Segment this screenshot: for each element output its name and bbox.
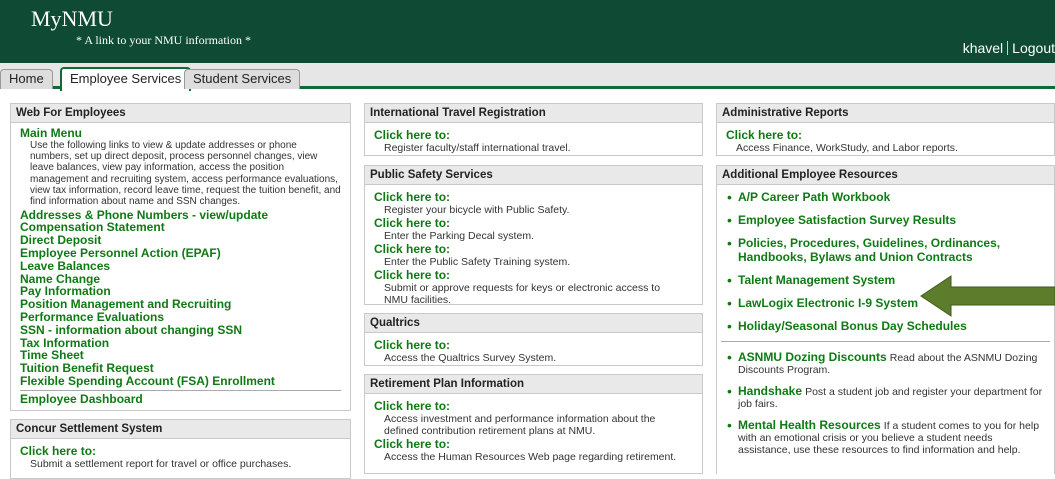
web-for-employees-panel: Web For Employees Main Menu Use the foll…: [10, 103, 351, 411]
asnmu-dozing-link[interactable]: ASNMU Dozing Discounts: [738, 350, 887, 364]
list-item: Employee Satisfaction Survey Results: [727, 212, 1046, 228]
lawlogix-link[interactable]: LawLogix Electronic I-9 System: [738, 296, 918, 310]
qualtrics-link[interactable]: Click here to:: [374, 338, 693, 352]
tab-student-services[interactable]: Student Services: [184, 69, 301, 89]
panel-title: Web For Employees: [11, 104, 350, 123]
keys-description: Submit or approve requests for keys or e…: [384, 282, 661, 306]
username-link[interactable]: khavel: [963, 40, 1003, 56]
public-safety-panel: Public Safety Services Click here to: Re…: [364, 165, 703, 306]
holiday-schedules-link[interactable]: Holiday/Seasonal Bonus Day Schedules: [738, 319, 967, 333]
employee-dashboard-link[interactable]: Employee Dashboard: [20, 392, 341, 406]
career-path-link[interactable]: A/P Career Path Workbook: [738, 190, 890, 204]
qualtrics-panel: Qualtrics Click here to: Access the Qual…: [364, 313, 703, 366]
qualtrics-description: Access the Qualtrics Survey System.: [384, 352, 557, 364]
retirement-hr-description: Access the Human Resources Web page rega…: [384, 451, 677, 463]
separator: [1007, 41, 1009, 55]
retirement-panel: Retirement Plan Information Click here t…: [364, 374, 703, 474]
admin-reports-panel: Administrative Reports Click here to: Ac…: [716, 103, 1055, 156]
parking-link[interactable]: Click here to:: [374, 216, 693, 230]
list-item: ASNMU Dozing Discounts Read about the AS…: [727, 349, 1046, 376]
logout-link[interactable]: Logout: [1012, 40, 1055, 56]
travel-description: Register faculty/staff international tra…: [384, 142, 571, 154]
employee-link[interactable]: SSN - information about changing SSN: [20, 323, 341, 337]
bicycle-link[interactable]: Click here to:: [374, 190, 693, 204]
retirement-hr-link[interactable]: Click here to:: [374, 437, 693, 451]
mynmu-logo[interactable]: MyNMU: [31, 7, 113, 31]
panel-title: Additional Employee Resources: [717, 166, 1054, 185]
admin-reports-link[interactable]: Click here to:: [726, 128, 1045, 142]
talent-management-link[interactable]: Talent Management System: [738, 273, 895, 287]
tab-home[interactable]: Home: [0, 69, 53, 89]
tagline: * A link to your NMU information *: [76, 33, 251, 47]
header-bar: MyNMU * A link to your NMU information *…: [0, 0, 1055, 63]
student-resource-list: ASNMU Dozing Discounts Read about the AS…: [717, 349, 1054, 456]
parking-description: Enter the Parking Decal system.: [384, 230, 534, 242]
retirement-investment-description: Access investment and performance inform…: [384, 413, 656, 437]
tab-bar: Home Employee Services Student Services: [0, 63, 1055, 91]
list-item: Policies, Procedures, Guidelines, Ordina…: [727, 235, 1046, 264]
retirement-investment-link[interactable]: Click here to:: [374, 399, 693, 413]
additional-resources-panel: Additional Employee Resources A/P Career…: [716, 165, 1055, 474]
mental-health-link[interactable]: Mental Health Resources: [738, 418, 881, 432]
bicycle-description: Register your bicycle with Public Safety…: [384, 204, 570, 216]
user-area: khavel Logout: [963, 40, 1055, 56]
list-item: A/P Career Path Workbook: [727, 189, 1046, 205]
panel-title: Qualtrics: [365, 314, 702, 333]
panel-title: Concur Settlement System: [11, 420, 350, 439]
green-arrow-annotation: [920, 275, 1055, 317]
training-description: Enter the Public Safety Training system.: [384, 256, 571, 268]
handshake-link[interactable]: Handshake: [738, 384, 802, 398]
tab-employee-services[interactable]: Employee Services: [60, 67, 192, 91]
panel-title: Public Safety Services: [365, 166, 702, 185]
keys-link[interactable]: Click here to:: [374, 268, 693, 282]
satisfaction-survey-link[interactable]: Employee Satisfaction Survey Results: [738, 213, 956, 227]
concur-panel: Concur Settlement System Click here to: …: [10, 419, 351, 479]
divider: [721, 341, 1050, 342]
main-menu-description: Use the following links to view & update…: [30, 139, 341, 208]
list-item: Handshake Post a student job and registe…: [727, 383, 1046, 410]
training-link[interactable]: Click here to:: [374, 242, 693, 256]
list-item: Holiday/Seasonal Bonus Day Schedules: [727, 318, 1046, 334]
list-item: Mental Health Resources If a student com…: [727, 417, 1046, 456]
concur-link[interactable]: Click here to:: [20, 444, 341, 458]
panel-title: Retirement Plan Information: [365, 375, 702, 394]
travel-panel: International Travel Registration Click …: [364, 103, 703, 156]
travel-link[interactable]: Click here to:: [374, 128, 693, 142]
concur-description: Submit a settlement report for travel or…: [30, 458, 292, 470]
employee-link[interactable]: Leave Balances: [20, 259, 341, 273]
panel-title: International Travel Registration: [365, 104, 702, 123]
employee-link[interactable]: Employee Personnel Action (EPAF): [20, 247, 341, 260]
panel-title: Administrative Reports: [717, 104, 1054, 123]
admin-reports-description: Access Finance, WorkStudy, and Labor rep…: [736, 142, 958, 154]
employee-link[interactable]: Flexible Spending Account (FSA) Enrollme…: [20, 375, 341, 388]
employee-link[interactable]: Performance Evaluations: [20, 311, 341, 324]
policies-link[interactable]: Policies, Procedures, Guidelines, Ordina…: [738, 236, 1000, 264]
divider: [20, 389, 341, 391]
main-menu-link[interactable]: Main Menu: [20, 127, 341, 140]
